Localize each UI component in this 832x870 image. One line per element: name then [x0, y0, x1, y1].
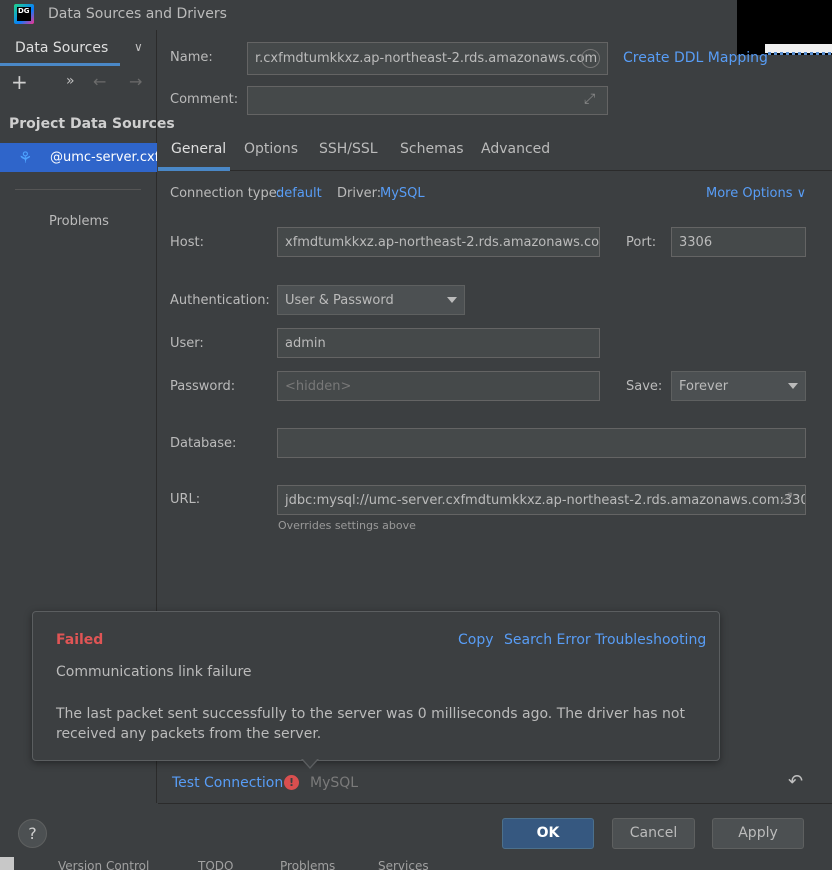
tab-options[interactable]: Options [244, 141, 298, 157]
problems-item[interactable]: Problems [49, 214, 109, 229]
dropdown-arrow-icon [788, 383, 798, 389]
back-arrow-icon[interactable]: ← [93, 72, 106, 91]
active-tab-underline [158, 167, 230, 171]
project-data-sources-heading: Project Data Sources [9, 116, 175, 132]
url-label: URL: [170, 492, 201, 507]
color-picker-icon[interactable] [581, 49, 600, 68]
create-ddl-mapping-link[interactable]: Create DDL Mapping [623, 50, 768, 66]
version-control-tool[interactable]: Version Control [58, 859, 149, 870]
sidebar-divider [15, 189, 141, 190]
sidebar-item-label: @umc-server.cxfmdtumkkxz [50, 150, 157, 165]
save-label: Save: [626, 379, 663, 394]
search-error-link[interactable]: Search Error [504, 632, 591, 648]
add-data-source-button[interactable]: + [11, 70, 28, 94]
connection-type-label: Connection type: [170, 186, 282, 201]
user-label: User: [170, 336, 204, 351]
password-input[interactable]: <hidden> [277, 371, 600, 401]
error-summary: Communications link failure [56, 664, 252, 680]
cancel-button[interactable]: Cancel [612, 818, 695, 849]
revert-icon[interactable]: ↶ [788, 771, 803, 792]
background-window-strip [765, 44, 832, 55]
dropdown-arrow-icon [447, 297, 457, 303]
database-input[interactable] [277, 428, 806, 458]
status-driver: MySQL [310, 775, 359, 791]
comment-label: Comment: [170, 92, 239, 107]
url-input[interactable]: jdbc:mysql://umc-server.cxfmdtumkkxz.ap-… [277, 485, 806, 515]
apply-button[interactable]: Apply [712, 818, 804, 849]
error-detail: The last packet sent successfully to the… [56, 706, 685, 742]
save-value: Forever [679, 378, 729, 394]
connection-type-link[interactable]: default [276, 186, 322, 201]
more-options-label: More Options [706, 186, 793, 201]
ok-button[interactable]: OK [502, 818, 594, 849]
services-tool[interactable]: Services [378, 859, 429, 870]
database-label: Database: [170, 436, 237, 451]
mysql-dolphin-icon: ⚘ [18, 148, 33, 167]
url-hint: Overrides settings above [278, 519, 416, 532]
popup-pointer-fill [302, 758, 318, 767]
todo-tool[interactable]: TODO [198, 859, 233, 870]
host-input[interactable]: xfmdtumkkxz.ap-northeast-2.rds.amazonaws… [277, 227, 600, 257]
port-label: Port: [626, 235, 657, 250]
tab-advanced[interactable]: Advanced [481, 141, 550, 157]
troubleshooting-link[interactable]: Troubleshooting [595, 632, 706, 648]
password-label: Password: [170, 379, 236, 394]
port-input[interactable]: 3306 [671, 227, 806, 257]
chevron-down-icon[interactable]: ∨ [134, 40, 143, 54]
more-options-dropdown[interactable]: More Options ∨ [706, 186, 806, 201]
problems-tool[interactable]: Problems [280, 859, 335, 870]
test-connection-link[interactable]: Test Connection [172, 775, 283, 791]
user-input[interactable]: admin [277, 328, 600, 358]
save-password-select[interactable]: Forever [671, 371, 806, 401]
driver-link[interactable]: MySQL [380, 186, 425, 201]
data-sources-tab-underline [0, 63, 120, 66]
more-actions-button[interactable]: » [66, 73, 75, 89]
comment-input[interactable] [247, 86, 608, 115]
error-status: Failed [56, 632, 104, 648]
footer-divider [158, 803, 832, 804]
window-title: Data Sources and Drivers [48, 6, 227, 22]
forward-arrow-icon[interactable]: → [129, 72, 142, 91]
data-sources-tab[interactable]: Data Sources [15, 40, 108, 56]
datagrip-logo-icon: DG [14, 4, 34, 24]
authentication-select[interactable]: User & Password [277, 285, 465, 315]
chevron-down-icon: ∨ [796, 186, 807, 201]
authentication-value: User & Password [285, 292, 394, 308]
host-label: Host: [170, 235, 204, 250]
tab-general[interactable]: General [171, 141, 226, 157]
driver-label: Driver: [337, 186, 382, 201]
name-input[interactable]: r.cxfmdtumkkxz.ap-northeast-2.rds.amazon… [247, 42, 608, 75]
copy-error-link[interactable]: Copy [458, 632, 494, 648]
expand-icon[interactable]: ⤢ [781, 490, 792, 506]
tab-schemas[interactable]: Schemas [400, 141, 464, 157]
authentication-label: Authentication: [170, 293, 270, 308]
name-label: Name: [170, 50, 213, 65]
help-button[interactable]: ? [18, 819, 47, 848]
expand-icon[interactable]: ⤢ [584, 91, 595, 107]
error-icon[interactable]: ! [284, 775, 299, 790]
tab-ssh-ssl[interactable]: SSH/SSL [319, 141, 378, 157]
